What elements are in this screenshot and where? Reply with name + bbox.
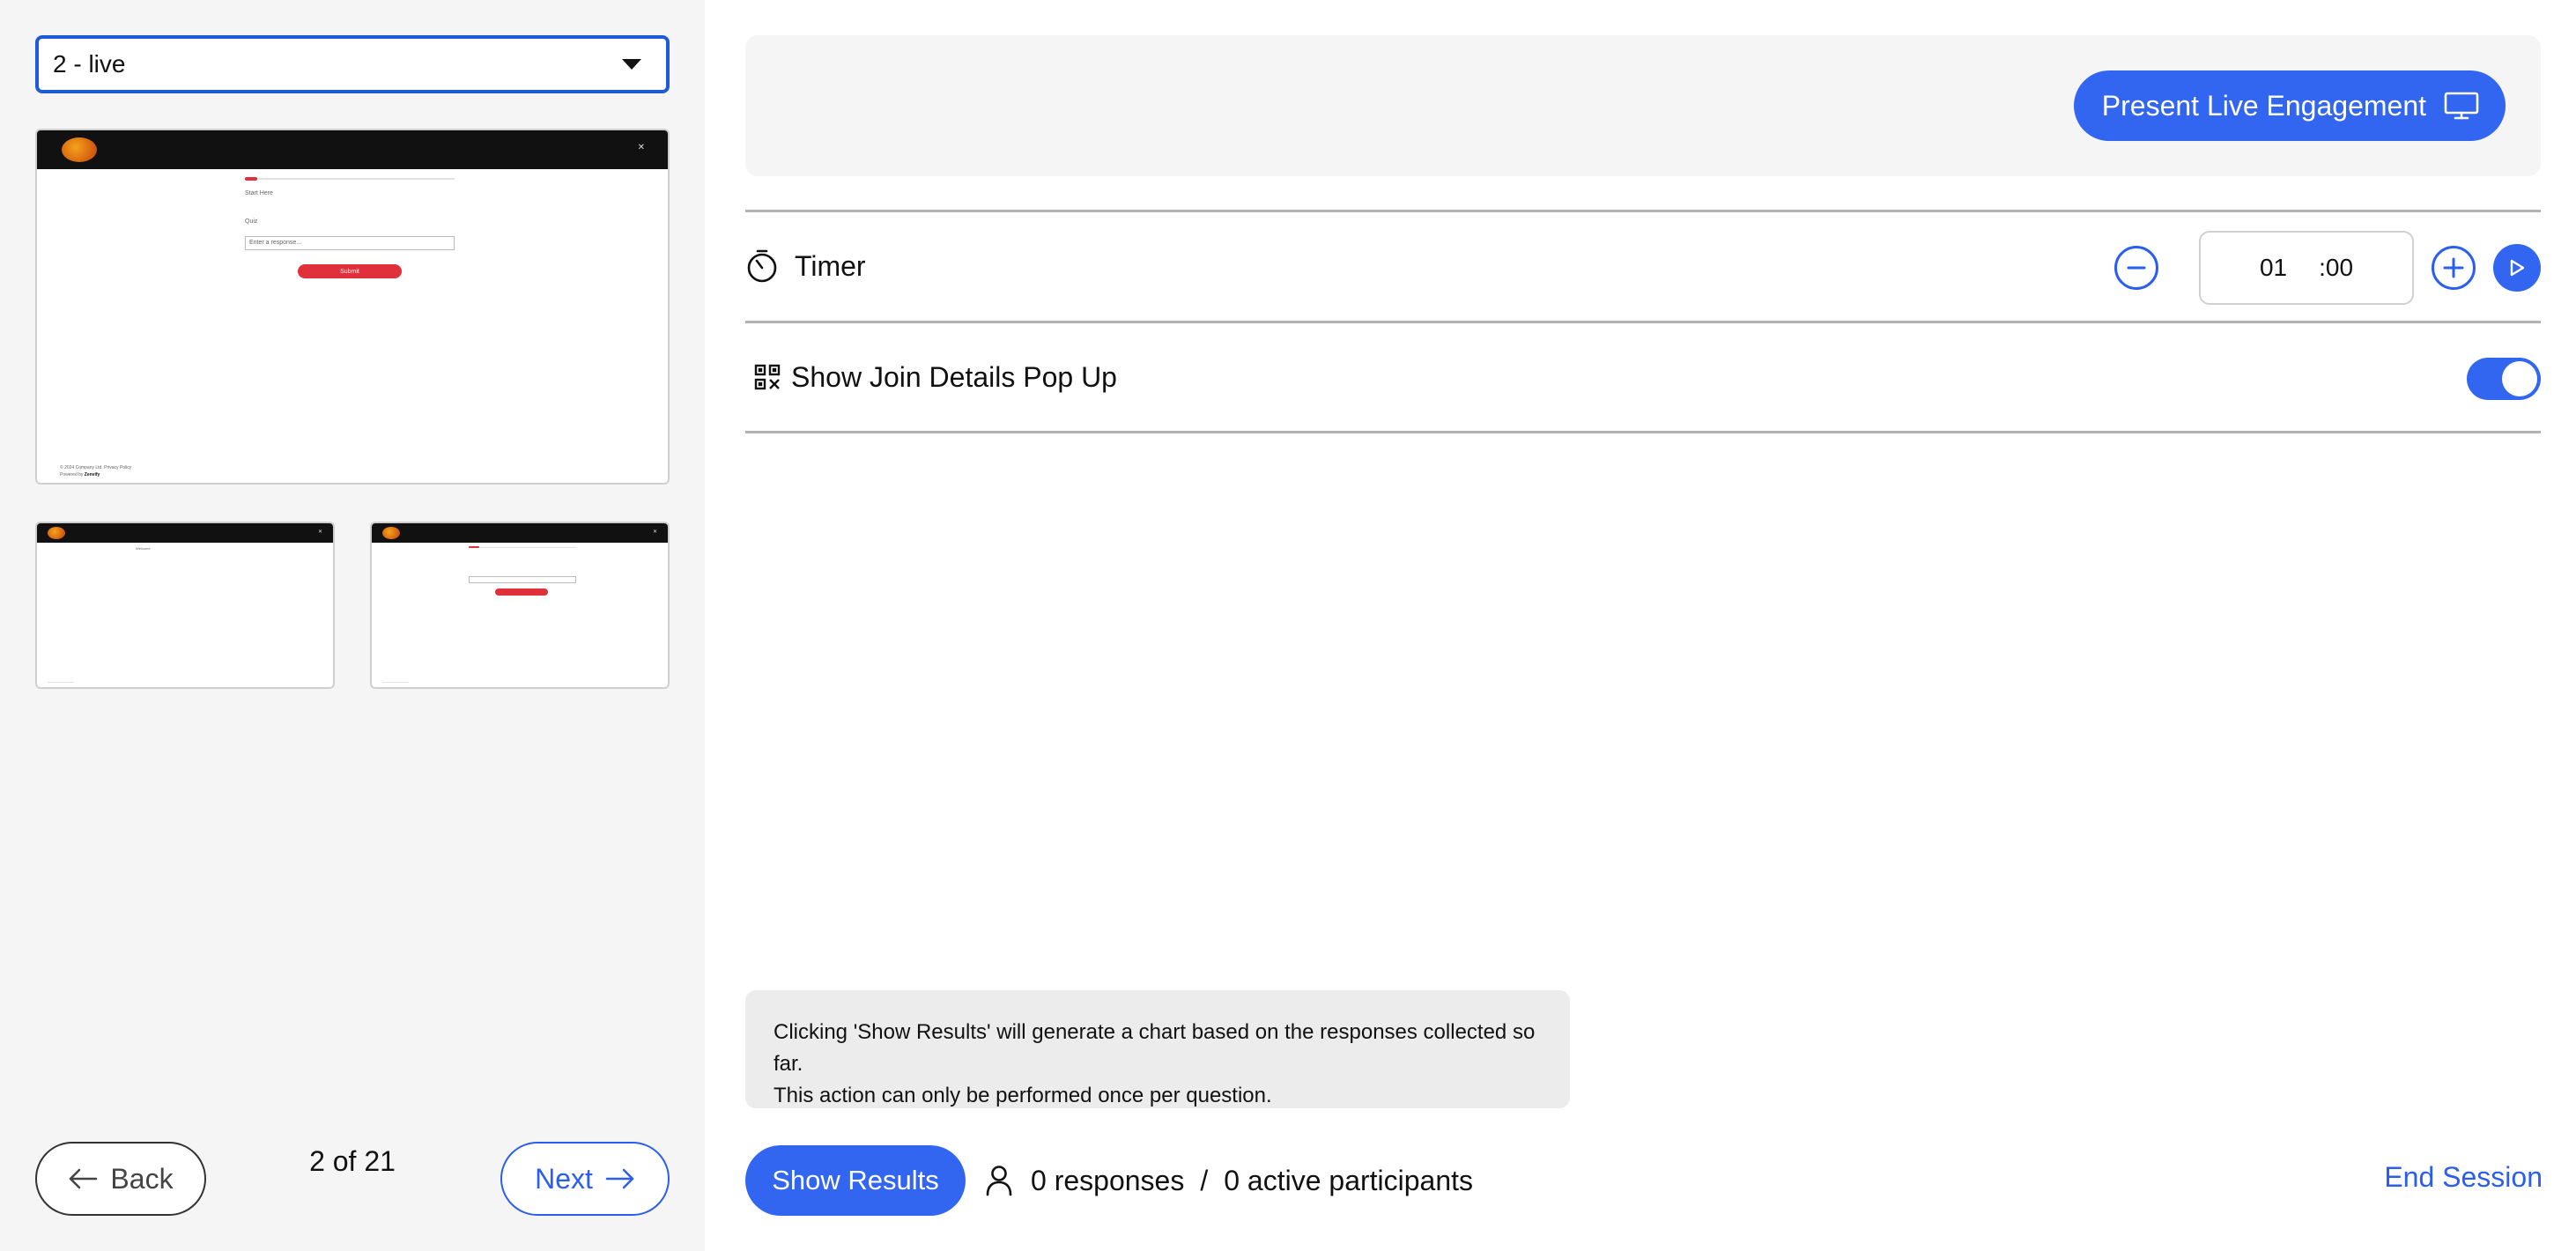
response-stats: 0 responses / 0 active participants [985, 1149, 1473, 1212]
thumb-footer-line-2: Powered by Zenvify [60, 472, 100, 477]
show-results-label: Show Results [772, 1165, 939, 1195]
thumbnail-header [37, 130, 668, 169]
progress-track [245, 178, 455, 180]
thumb-field-label-2: Quiz [245, 218, 258, 225]
arrow-left-icon [70, 1168, 98, 1189]
slide-thumbnail[interactable]: ✕ Welcome [35, 522, 335, 689]
responses-count: 0 responses [1031, 1164, 1185, 1196]
present-live-engagement-button[interactable]: Present Live Engagement [2073, 70, 2506, 141]
thumb-input-placeholder: Enter a response... [249, 240, 302, 246]
slide-thumbnail-current[interactable]: ✕ Start Here Quiz Enter a response... Su… [35, 129, 670, 485]
stats-separator: / [1200, 1164, 1209, 1196]
timer-seconds: :00 [2319, 254, 2354, 281]
live-engagement-app: 2 - live ✕ Start Here Quiz Enter a respo… [0, 0, 2576, 1251]
start-timer-button[interactable] [2493, 244, 2541, 292]
timer-row: Timer 01 :00 [745, 213, 2541, 319]
stopwatch-icon [747, 249, 777, 283]
play-icon [2510, 259, 2525, 277]
timer-controls: 01 :00 [2114, 231, 2541, 305]
thumb-caption: Welcome [136, 546, 151, 551]
progress-fill [245, 177, 257, 181]
brand-logo [382, 527, 400, 539]
end-session-link[interactable]: End Session [2384, 1161, 2543, 1194]
page-counter: 2 of 21 [309, 1145, 396, 1177]
thumb-input [469, 576, 576, 583]
slide-select[interactable]: 2 - live [35, 35, 670, 93]
back-button-label: Back [110, 1162, 174, 1195]
progress-track [469, 547, 576, 548]
toggle-knob [2502, 361, 2537, 396]
plus-circle-icon [2443, 257, 2464, 278]
thumb-submit-label: Submit [340, 268, 359, 275]
thumb-footer [48, 682, 74, 683]
thumb-footer-brand: Zenvify [84, 472, 100, 477]
thumb-field-label-1: Start Here [245, 190, 273, 196]
join-details-label: Show Join Details Pop Up [791, 360, 1117, 393]
show-results-button[interactable]: Show Results [745, 1145, 966, 1216]
next-button-label: Next [535, 1162, 593, 1195]
divider [745, 431, 2541, 433]
brand-logo [48, 527, 65, 539]
join-details-row: Show Join Details Pop Up [745, 324, 2541, 430]
brand-logo [62, 137, 97, 162]
increase-time-button[interactable] [2432, 246, 2476, 290]
qr-code-icon [754, 364, 781, 390]
presentation-card: Present Live Engagement [745, 35, 2541, 176]
engagement-panel: Present Live Engagement Timer 01 :00 Sho… [705, 0, 2576, 1251]
chevron-down-icon [622, 59, 641, 70]
minus-circle-icon [2127, 266, 2146, 270]
timer-input[interactable]: 01 :00 [2199, 231, 2414, 305]
info-line-1: Clicking 'Show Results' will generate a … [774, 1020, 1536, 1076]
present-button-label: Present Live Engagement [2101, 89, 2426, 122]
slide-thumbnail[interactable]: ✕ [370, 522, 670, 689]
monitor-icon [2444, 92, 2479, 120]
next-button[interactable]: Next [500, 1142, 670, 1216]
thumb-footer-powered: Powered by [60, 472, 84, 477]
decrease-time-button[interactable] [2114, 246, 2158, 290]
info-line-2: This action can only be performed once p… [774, 1084, 1272, 1107]
close-icon: ✕ [637, 143, 645, 152]
divider [745, 321, 2541, 323]
user-icon [986, 1166, 1012, 1196]
slides-sidebar: 2 - live ✕ Start Here Quiz Enter a respo… [0, 0, 705, 1251]
thumb-submit-button: Submit [298, 264, 402, 278]
thumb-footer [382, 682, 409, 683]
active-participants-count: 0 active participants [1224, 1164, 1474, 1196]
results-info-box: Clicking 'Show Results' will generate a … [745, 990, 1570, 1108]
thumb-input: Enter a response... [245, 236, 455, 250]
arrow-right-icon [605, 1168, 634, 1189]
join-details-toggle[interactable] [2467, 358, 2541, 400]
slide-select-value: 2 - live [53, 50, 126, 78]
thumbnail-header [37, 523, 333, 543]
thumb-submit-button [495, 588, 548, 596]
thumbnail-header [372, 523, 668, 543]
back-button[interactable]: Back [35, 1142, 206, 1216]
progress-fill [469, 546, 479, 548]
close-icon: ✕ [317, 529, 322, 535]
close-icon: ✕ [652, 529, 657, 535]
divider [745, 210, 2541, 212]
timer-label: Timer [795, 249, 866, 282]
timer-minutes: 01 [2259, 254, 2288, 281]
thumb-footer-line-1: © 2024 Company Ltd. Privacy Policy [60, 465, 132, 470]
